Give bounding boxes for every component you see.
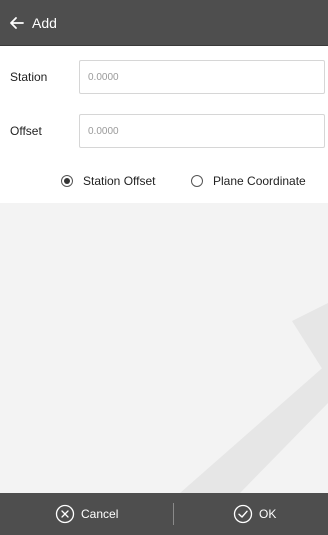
radio-plane-coordinate-label: Plane Coordinate (213, 174, 306, 188)
cancel-button[interactable]: Cancel (55, 504, 118, 524)
mode-radio-group: Station Offset Plane Coordinate (0, 167, 328, 195)
radio-selected-icon (61, 175, 73, 187)
watermark-shape (180, 303, 328, 493)
back-button[interactable]: Add (8, 14, 57, 32)
page-title: Add (32, 14, 57, 31)
cancel-label: Cancel (81, 507, 119, 521)
add-form: Station Offset (0, 46, 328, 158)
footer-divider (173, 503, 174, 525)
station-input[interactable] (79, 60, 325, 94)
ok-button[interactable]: OK (233, 504, 276, 524)
offset-row: Offset (0, 102, 328, 158)
station-row: Station (0, 46, 328, 102)
ok-label: OK (259, 507, 277, 521)
radio-station-offset-label: Station Offset (83, 174, 156, 188)
footer-bar: Cancel OK (0, 493, 328, 535)
radio-unselected-icon (191, 175, 203, 187)
circle-x-icon (55, 504, 75, 524)
arrow-left-icon (10, 16, 24, 29)
offset-label: Offset (10, 124, 42, 138)
radio-station-offset[interactable]: Station Offset (61, 174, 156, 188)
circle-check-icon (233, 504, 253, 524)
title-bar: Add (0, 0, 328, 46)
radio-plane-coordinate[interactable]: Plane Coordinate (191, 174, 306, 188)
radio-dot (64, 178, 70, 184)
station-label: Station (10, 70, 48, 84)
offset-input[interactable] (79, 114, 325, 148)
preview-area (0, 203, 328, 493)
